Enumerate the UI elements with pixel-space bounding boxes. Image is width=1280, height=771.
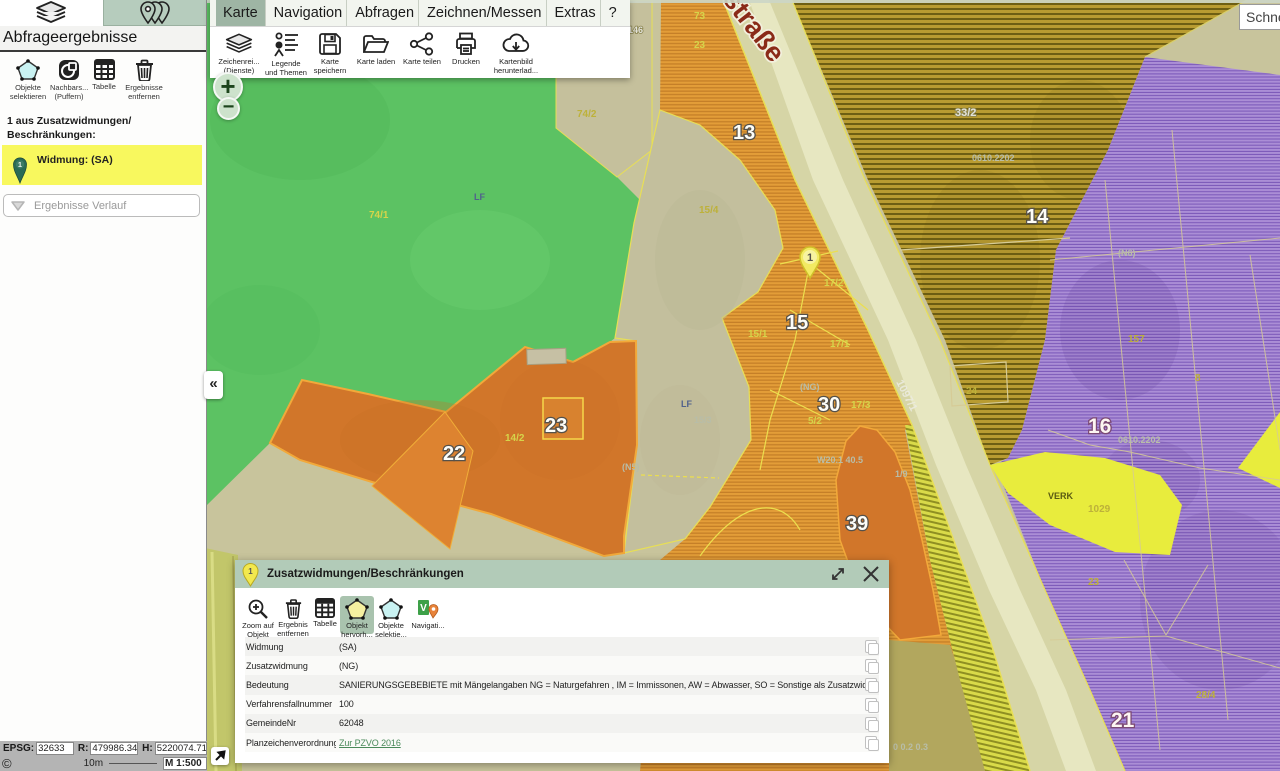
svg-text:146: 146 bbox=[628, 25, 643, 35]
svg-text:17/1: 17/1 bbox=[830, 339, 850, 350]
svg-text:VERK: VERK bbox=[1048, 491, 1074, 501]
svg-text:23: 23 bbox=[545, 415, 567, 437]
svg-text:V: V bbox=[420, 603, 427, 614]
svg-text:1/9: 1/9 bbox=[895, 469, 908, 479]
svg-text:33/2: 33/2 bbox=[955, 107, 976, 119]
svg-text:1029: 1029 bbox=[1088, 504, 1111, 515]
svg-text:23: 23 bbox=[1088, 577, 1100, 588]
svg-text:13: 13 bbox=[733, 122, 755, 144]
svg-text:LF: LF bbox=[474, 192, 485, 202]
svg-text:1: 1 bbox=[248, 567, 253, 576]
svg-text:15/4: 15/4 bbox=[699, 205, 719, 216]
svg-text:17/2: 17/2 bbox=[824, 278, 844, 289]
svg-text:5/2: 5/2 bbox=[808, 416, 822, 427]
svg-text:0610.2202: 0610.2202 bbox=[972, 153, 1015, 163]
svg-text:22: 22 bbox=[443, 443, 465, 465]
svg-text:8: 8 bbox=[1195, 373, 1201, 384]
svg-text:21: 21 bbox=[1111, 709, 1135, 732]
svg-text:74/2: 74/2 bbox=[577, 109, 597, 120]
svg-text:157: 157 bbox=[1128, 334, 1145, 345]
svg-text:14: 14 bbox=[1026, 206, 1049, 228]
svg-text:23: 23 bbox=[694, 40, 706, 51]
svg-text:15/1: 15/1 bbox=[748, 329, 768, 340]
svg-text:1: 1 bbox=[807, 252, 813, 264]
svg-text:14/2: 14/2 bbox=[505, 433, 525, 444]
svg-text:15: 15 bbox=[786, 312, 808, 334]
svg-text:74/1: 74/1 bbox=[369, 210, 389, 221]
svg-text:LF: LF bbox=[681, 399, 692, 409]
svg-text:1: 1 bbox=[18, 160, 22, 169]
svg-text:(N6): (N6) bbox=[1118, 248, 1136, 258]
svg-text:17/3: 17/3 bbox=[851, 400, 871, 411]
svg-text:(N5): (N5) bbox=[622, 462, 640, 472]
svg-text:15/3: 15/3 bbox=[694, 415, 712, 425]
svg-text:28/4: 28/4 bbox=[1196, 690, 1216, 701]
svg-text:0 0.2 0.3: 0 0.2 0.3 bbox=[893, 742, 928, 752]
svg-text:73: 73 bbox=[694, 11, 706, 22]
svg-text:24: 24 bbox=[966, 386, 978, 397]
svg-text:30: 30 bbox=[818, 394, 840, 416]
svg-text:39: 39 bbox=[846, 513, 868, 535]
svg-text:(NG): (NG) bbox=[800, 382, 820, 392]
svg-text:W20.1 40.5: W20.1 40.5 bbox=[817, 455, 863, 465]
svg-text:16: 16 bbox=[1088, 415, 1111, 438]
svg-text:0610.2202: 0610.2202 bbox=[1118, 435, 1161, 445]
